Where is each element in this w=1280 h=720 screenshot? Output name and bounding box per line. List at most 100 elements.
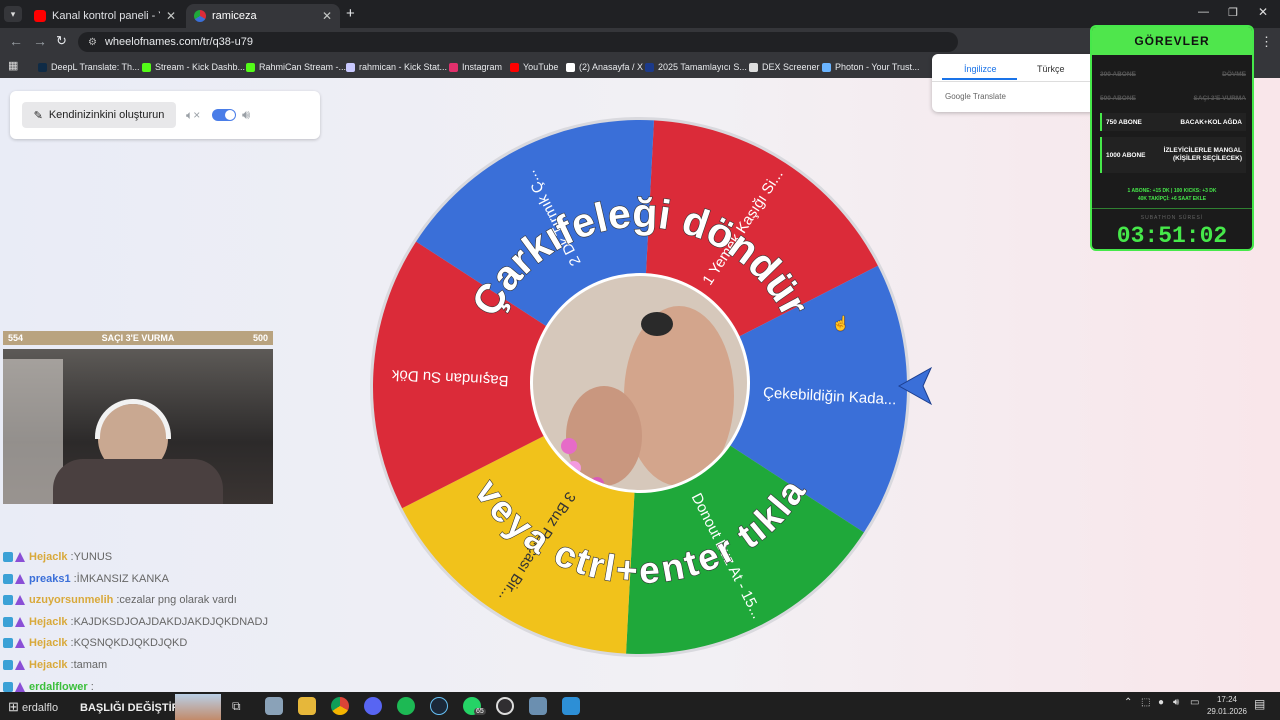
tab-title: Kanal kontrol paneli - YouTube — [52, 10, 160, 22]
wheel-pointer-icon — [897, 366, 933, 406]
chat-text: YUNUS — [73, 551, 113, 563]
notifications-icon[interactable]: ▤ — [1254, 697, 1265, 711]
translate-tab-turkish[interactable]: Türkçe — [1037, 64, 1065, 74]
task-view-icon[interactable]: ⧉ — [232, 699, 241, 714]
task-goal: 300 ABONE — [1100, 70, 1136, 78]
bookmark-item[interactable]: DEX Screener — [749, 60, 820, 74]
bookmark-favicon-icon — [449, 62, 458, 72]
chat-message: Hejaclk : KQSNQKDJQKDJQKD — [3, 634, 187, 652]
back-icon[interactable]: ← — [9, 33, 23, 49]
bookmark-label: DEX Screener — [762, 62, 820, 72]
task-row: 300 ABONE DÖVME — [1100, 68, 1246, 80]
bookmark-item[interactable]: Instagram — [449, 60, 502, 74]
network-icon[interactable]: ▭ — [1190, 697, 1199, 708]
chat-text: İMKANSIZ KANKA — [76, 572, 169, 585]
app-icon[interactable] — [529, 697, 547, 715]
bookmark-item[interactable]: Stream - Kick Dashb... — [142, 60, 245, 74]
window-close-icon[interactable]: ✕ — [1258, 5, 1268, 19]
bookmark-favicon-icon — [346, 62, 355, 72]
bookmark-favicon-icon — [246, 62, 255, 72]
create-button-label: Kendinizinkini oluşturun — [48, 109, 165, 121]
pencil-icon: ✎ — [33, 109, 43, 122]
minimize-icon[interactable]: — — [1198, 6, 1209, 18]
close-icon[interactable]: ✕ — [166, 9, 176, 23]
mute-icon[interactable]: 🔈︎× — [186, 108, 200, 123]
tab-youtube-dashboard[interactable]: Kanal kontrol paneli - YouTube ✕ — [26, 4, 184, 28]
bookmark-item[interactable]: DeepL Translate: Th... — [38, 60, 140, 74]
bookmark-item[interactable]: YouTube — [510, 60, 558, 74]
task-goal: 1000 ABONE — [1106, 151, 1146, 159]
address-bar[interactable]: ⚙ wheelofnames.com/tr/q38-u79 — [78, 32, 958, 52]
goal-target-count: 500 — [252, 333, 268, 343]
wheel-of-names[interactable]: 1 Yemek Kaşığı Si... Çekebildiğin Kada...… — [369, 116, 911, 658]
subathon-label: SUBATHON SÜRESİ — [1140, 215, 1204, 221]
folder-icon[interactable] — [298, 697, 316, 715]
sound-toggle[interactable] — [212, 109, 236, 121]
wheel-svg[interactable]: 1 Yemek Kaşığı Si...Çekebildiğin Kada...… — [369, 116, 911, 658]
chat-text: KQSNQKDJQKDJQKD — [73, 637, 188, 650]
taskbar-thumbnail — [175, 694, 221, 720]
task-note-line: 40K TAKİPÇİ: +6 SAAT EKLE — [1137, 196, 1207, 202]
subathon-timer: 03:51:02 — [1116, 223, 1228, 249]
media-player-icon[interactable] — [562, 697, 580, 715]
translate-tab-english[interactable]: İngilizce — [964, 64, 997, 74]
reload-icon[interactable]: ↻ — [56, 33, 67, 49]
bookmark-label: RahmiCan Stream -... — [259, 62, 347, 72]
tab-search-button[interactable]: ▾ — [4, 6, 22, 22]
bookmark-label: (2) Anasayfa / X — [579, 62, 644, 72]
chat-username: Hejaclk — [29, 551, 68, 563]
chrome-icon[interactable] — [331, 697, 349, 715]
chat-username: Hejaclk — [29, 659, 68, 671]
spotify-icon[interactable] — [397, 697, 415, 715]
chat-text: cezalar png olarak vardı — [119, 594, 237, 607]
chat-username: Hejaclk — [29, 637, 68, 650]
discord-icon[interactable] — [364, 697, 382, 715]
tab-ramiceza[interactable]: ramiceza ✕ — [186, 4, 340, 28]
bookmark-favicon-icon — [566, 62, 575, 72]
bookmark-label: rahmican - Kick Stat... — [359, 62, 448, 72]
chat-message: Hejaclk : YUNUS — [3, 548, 112, 566]
badge-icon — [15, 552, 25, 562]
speaker-icon[interactable]: 🔊︎ — [1173, 697, 1179, 708]
badge-icon — [3, 595, 13, 606]
clock-date[interactable]: 29.01.2026 — [1202, 707, 1252, 716]
google-translate-label: Google Translate — [945, 92, 1006, 101]
restore-icon[interactable]: ❐ — [1228, 6, 1238, 19]
bookmark-item[interactable]: 2025 Tamamlayıcı S... — [645, 60, 747, 74]
whatsapp-badge: 65 — [474, 708, 486, 715]
bookmark-favicon-icon — [142, 62, 151, 72]
chat-message: Hejaclk : tamam — [3, 656, 107, 674]
file-explorer-icon[interactable] — [265, 697, 283, 715]
tray-chevron-icon[interactable]: ⌃ — [1124, 697, 1132, 708]
create-your-own-button[interactable]: ✎ Kendinizinkini oluşturun — [22, 102, 176, 128]
clock-time[interactable]: 17:24 — [1210, 695, 1244, 704]
obs-icon[interactable] — [496, 697, 514, 715]
volume-icon[interactable]: 🔊︎ — [242, 107, 250, 123]
menu-kebab-icon[interactable]: ⋮ — [1260, 34, 1273, 50]
task-label: İZLEYİCİLERLE MANGAL (KİŞİLER SEÇİLECEK) — [1163, 147, 1242, 162]
new-tab-button[interactable]: + — [346, 5, 355, 22]
bookmark-label: Photon - Your Trust... — [835, 62, 920, 72]
forward-icon[interactable]: → — [33, 33, 47, 49]
bookmark-item[interactable]: RahmiCan Stream -... — [246, 60, 346, 74]
close-icon[interactable]: ✕ — [322, 9, 332, 23]
subathon-divider — [1092, 208, 1252, 209]
bookmark-item[interactable]: (2) Anasayfa / X — [566, 60, 643, 74]
bookmark-label: Instagram — [462, 62, 503, 72]
badge-icon — [15, 573, 25, 584]
badge-icon — [3, 681, 13, 692]
microphone-icon[interactable]: ● — [1158, 697, 1164, 708]
chat-username: preaks1 — [29, 572, 71, 585]
start-icon[interactable]: ⊞ — [8, 699, 19, 715]
task-label: DÖVME — [1222, 70, 1246, 78]
steam-icon[interactable] — [430, 697, 448, 715]
translate-divider — [932, 81, 1097, 82]
bookmark-item[interactable]: Photon - Your Trust... — [822, 60, 920, 74]
bookmark-item[interactable]: rahmican - Kick Stat... — [346, 60, 447, 74]
google-translate-popup: İngilizce Türkçe Google Translate — [932, 54, 1097, 112]
tab-title: ramiceza — [212, 10, 257, 22]
site-info-icon[interactable]: ⚙ — [88, 37, 97, 48]
apps-grid-icon[interactable]: ▦ — [8, 59, 18, 72]
chat-username: Hejaclk — [29, 615, 68, 628]
tray-app-icon[interactable]: ⬚ — [1141, 697, 1150, 708]
